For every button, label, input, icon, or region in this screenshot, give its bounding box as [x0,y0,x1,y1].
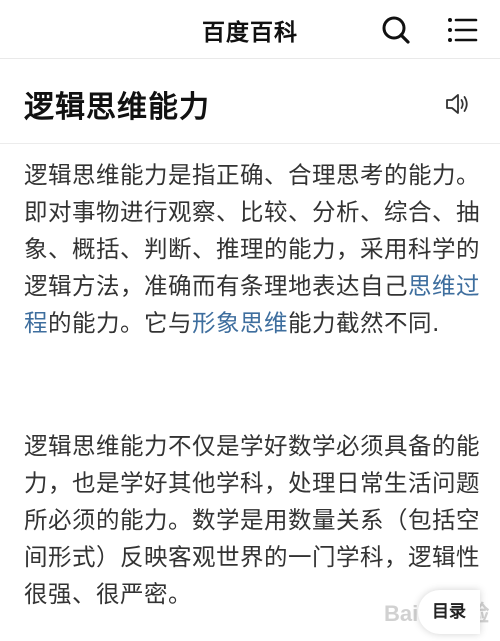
article-paragraph: 逻辑思维能力不仅是学好数学必须具备的能力，也是学好其他学科，处理日常生活问题所必… [24,432,480,608]
page: 百度百科 逻辑思维能力 逻辑思维能力是指正确、合理思考的能力。即对事物进行观察、… [0,0,500,641]
search-button[interactable] [378,12,414,48]
table-of-contents-button[interactable]: 目录 [418,590,480,634]
article-paragraph: 逻辑思维能力是指正确、合理思考的能力。即对事物进行观察、比较、分析、综合、抽象、… [24,157,480,342]
link-image-thinking[interactable]: 形象思维 [192,309,288,337]
brand-logo[interactable]: 百度百科 [0,13,500,47]
menu-button[interactable] [444,12,480,48]
audio-button[interactable] [443,90,471,118]
speaker-icon [446,94,468,114]
paragraph-text: 能力截然不同. [288,309,440,337]
paragraph-text: 的能力。它与 [48,309,192,337]
top-bar: 百度百科 [0,0,500,59]
article-header: 逻辑思维能力 [0,59,500,144]
search-icon [382,16,410,44]
page-title: 逻辑思维能力 [24,90,210,125]
menu-icon [448,18,478,42]
